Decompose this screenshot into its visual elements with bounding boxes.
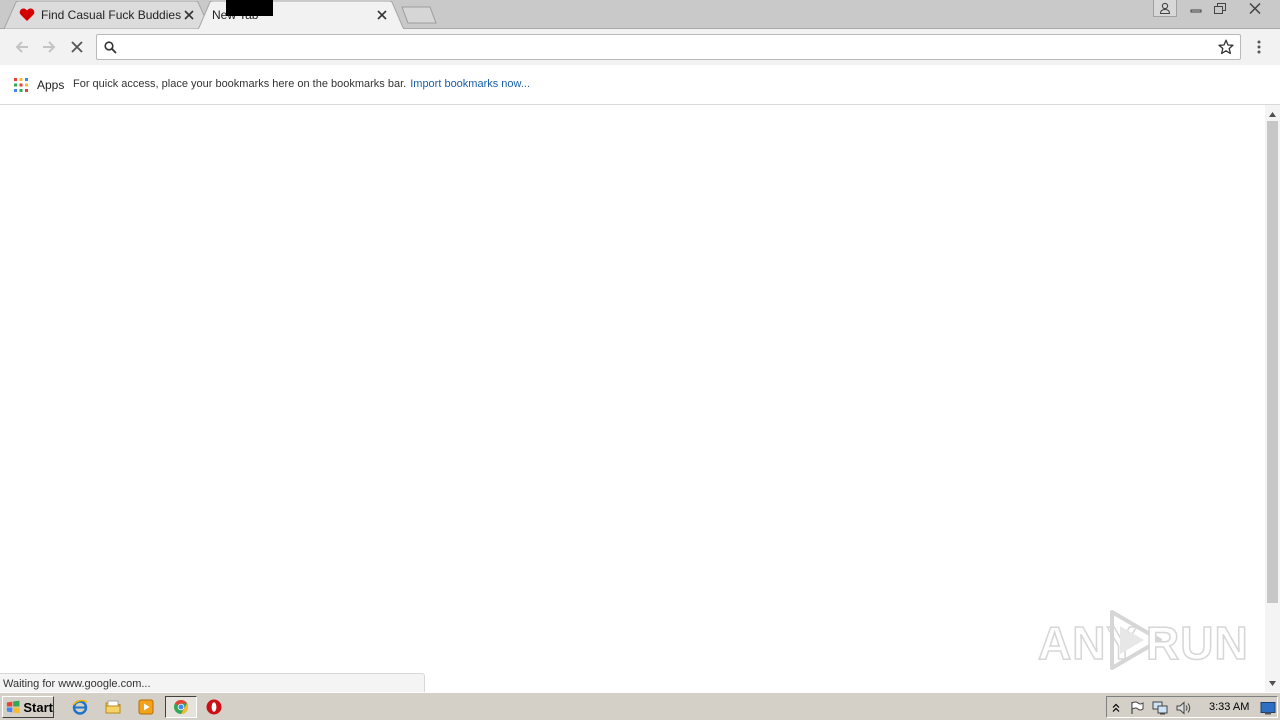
ie-launcher[interactable]: [71, 698, 89, 716]
windows-logo-icon: [6, 700, 20, 714]
explorer-launcher[interactable]: [104, 698, 122, 716]
close-window-button[interactable]: [1235, 0, 1275, 17]
show-desktop-button[interactable]: [1260, 700, 1276, 716]
speaker-icon: [1176, 701, 1191, 715]
start-label: Start: [23, 699, 53, 715]
system-tray: 3:33 AM: [1106, 696, 1278, 718]
search-icon: [104, 41, 117, 54]
forward-arrow-icon: [43, 41, 56, 53]
menu-button[interactable]: [1250, 37, 1268, 57]
action-center-flag[interactable]: [1129, 700, 1145, 716]
taskbar: Start 3:33 AM: [0, 692, 1280, 720]
page-content: [0, 105, 1265, 692]
opera-launcher[interactable]: [205, 698, 223, 716]
flag-icon: [1131, 701, 1144, 714]
chevron-down-icon: [1269, 680, 1276, 686]
tab-strip: Find Casual Fuck Buddies New Tab: [0, 0, 1280, 30]
watermark-right: RUN: [1145, 616, 1249, 670]
volume-tray-icon[interactable]: [1176, 700, 1192, 716]
media-player-icon: [138, 699, 154, 715]
star-icon[interactable]: [1218, 39, 1234, 55]
minimize-button[interactable]: [1184, 0, 1208, 17]
anyrun-watermark: ANY RUN: [1036, 606, 1248, 676]
status-bubble: Waiting for www.google.com...: [0, 673, 425, 692]
user-icon: [1159, 2, 1171, 14]
apps-grid-icon: [14, 78, 28, 92]
address-input[interactable]: [123, 38, 1203, 56]
redaction-box: [226, 0, 273, 16]
heart-icon: [19, 7, 35, 23]
forward-button[interactable]: [39, 37, 59, 57]
apps-label: Apps: [37, 78, 65, 92]
bookmarks-message: For quick access, place your bookmarks h…: [73, 78, 530, 90]
bookmarks-bar: Apps For quick access, place your bookma…: [0, 65, 1280, 105]
network-icon: [1152, 701, 1168, 715]
import-bookmarks-link[interactable]: Import bookmarks now...: [410, 78, 530, 90]
menu-dots-icon: [1257, 40, 1261, 54]
folder-icon: [105, 700, 121, 714]
back-arrow-icon: [15, 41, 28, 53]
apps-shortcut[interactable]: Apps: [14, 76, 64, 94]
scroll-down-button[interactable]: [1265, 676, 1280, 690]
scroll-up-button[interactable]: [1265, 107, 1280, 121]
ie-icon: [72, 699, 88, 715]
tray-expand-button[interactable]: [1108, 700, 1124, 716]
opera-icon: [206, 699, 222, 715]
start-button[interactable]: Start: [2, 696, 54, 718]
tab-find-casual[interactable]: Find Casual Fuck Buddies: [4, 1, 210, 29]
chevron-up-icon: [1112, 703, 1120, 712]
vertical-scrollbar[interactable]: [1265, 105, 1280, 692]
back-button[interactable]: [12, 37, 32, 57]
address-bar[interactable]: [96, 34, 1241, 60]
scroll-thumb[interactable]: [1267, 121, 1278, 603]
media-player-launcher[interactable]: [137, 698, 155, 716]
browser-toolbar: [0, 29, 1280, 65]
close-icon[interactable]: [182, 8, 196, 22]
profile-button[interactable]: [1153, 0, 1177, 17]
clock[interactable]: 3:33 AM: [1209, 701, 1249, 713]
tab-title: Find Casual Fuck Buddies: [41, 8, 181, 22]
close-icon[interactable]: [375, 8, 389, 22]
close-icon: [1249, 3, 1261, 14]
stop-button[interactable]: [67, 37, 87, 57]
network-tray-icon[interactable]: [1152, 700, 1168, 716]
chrome-task-button[interactable]: [165, 696, 197, 718]
chevron-up-icon: [1269, 111, 1276, 117]
restore-icon: [1214, 2, 1226, 14]
restore-button[interactable]: [1208, 0, 1232, 17]
bookmarks-hint: For quick access, place your bookmarks h…: [73, 78, 407, 90]
stop-icon: [71, 41, 83, 53]
new-tab-button[interactable]: [400, 6, 438, 24]
chrome-icon: [174, 700, 188, 714]
desktop-icon: [1260, 702, 1276, 715]
minimize-icon: [1190, 9, 1202, 12]
